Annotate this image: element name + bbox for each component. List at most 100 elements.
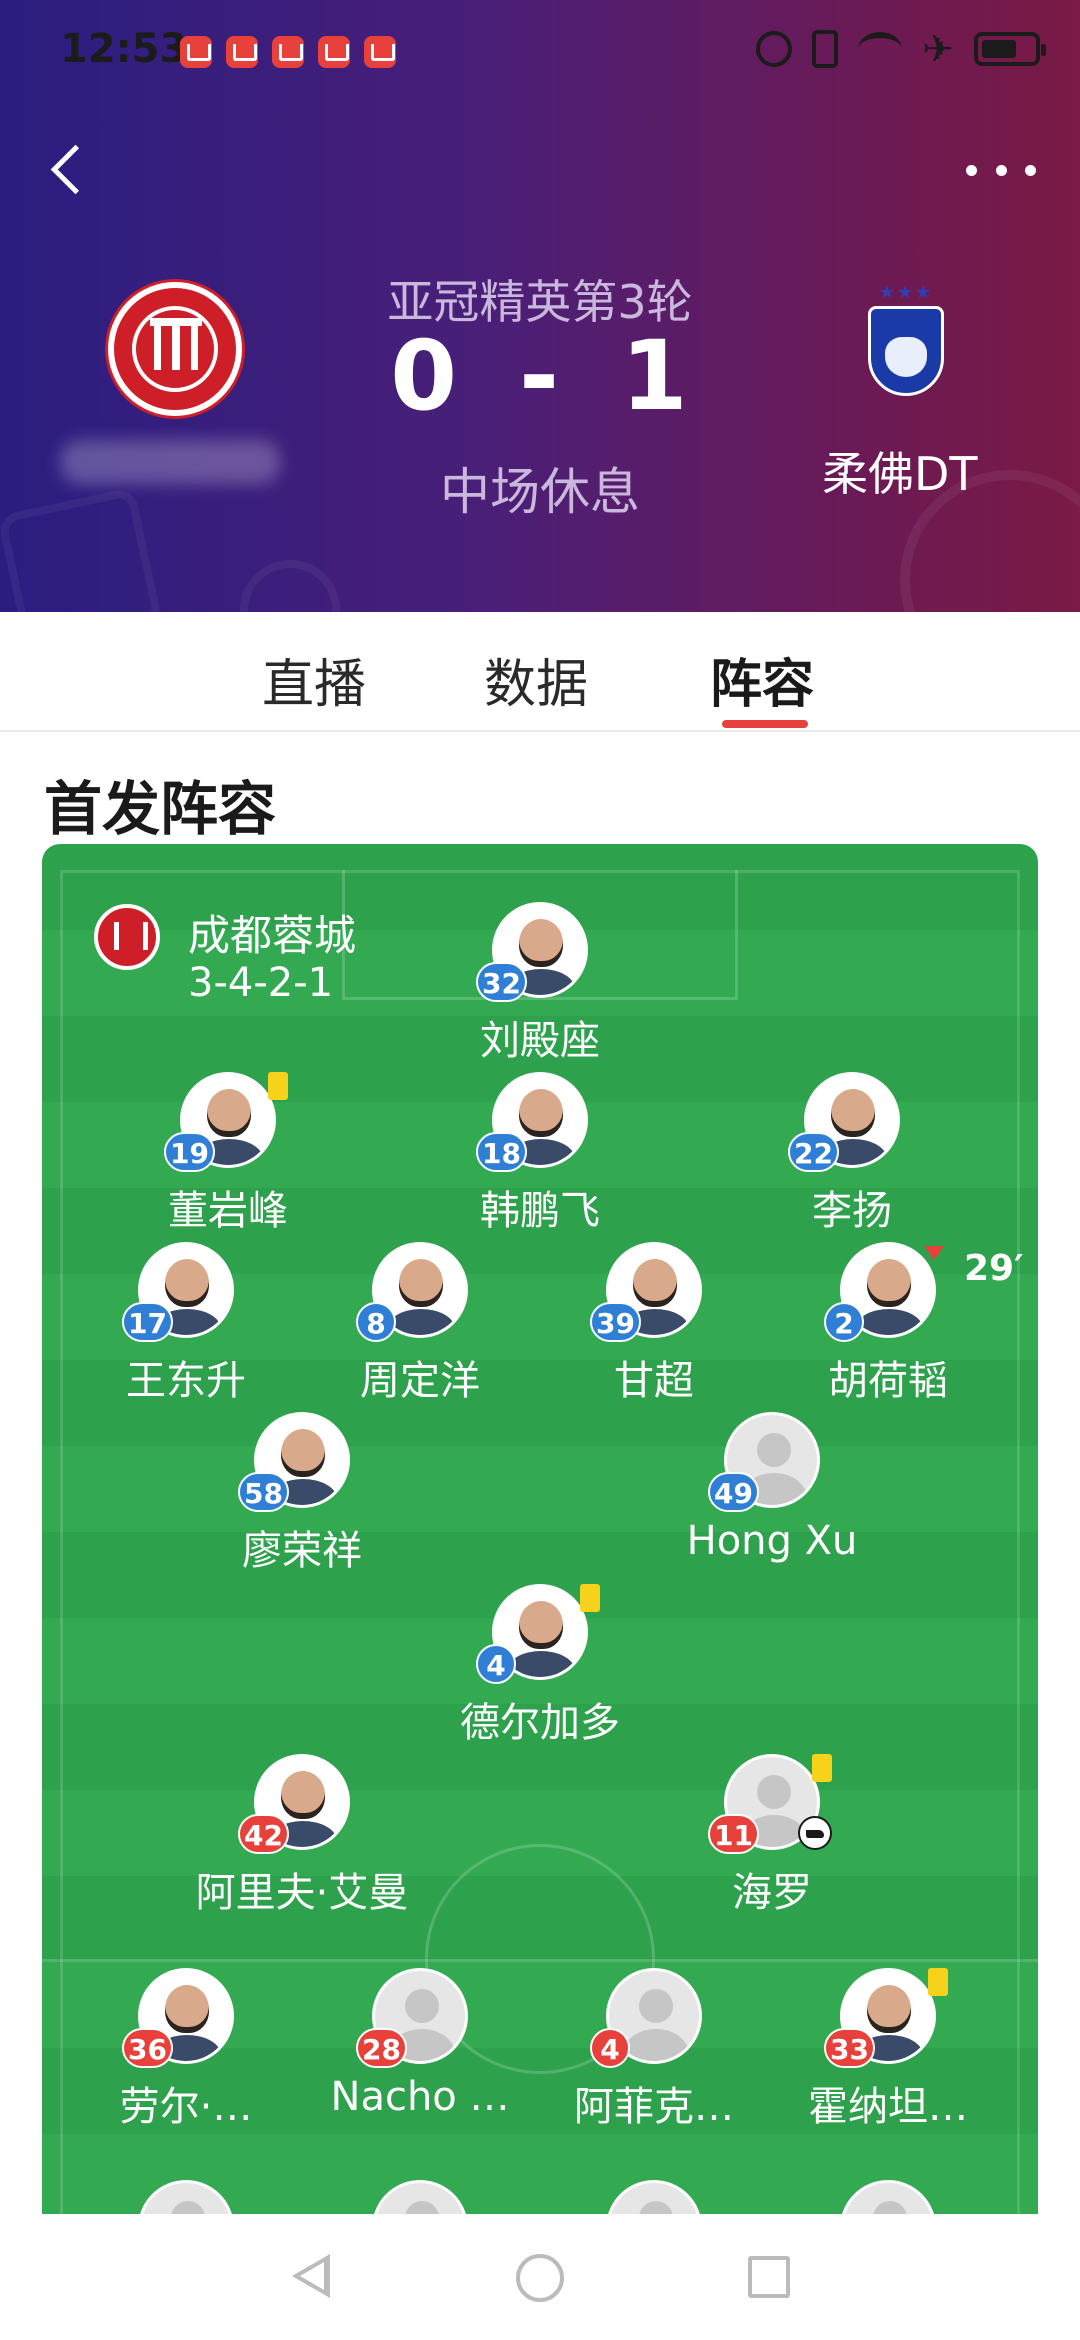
player-name: 海罗 <box>732 1870 812 1916</box>
player-number: 19 <box>164 1132 215 1172</box>
notification-book-icon <box>364 36 396 68</box>
player-number: 18 <box>476 1132 527 1172</box>
notification-book-icon <box>318 36 350 68</box>
tab-stats[interactable]: 数据 <box>484 642 588 717</box>
player-card[interactable]: 11 海罗 <box>662 1754 882 1924</box>
player-name: 胡荷韬 <box>828 1358 948 1404</box>
notification-huawei-icon <box>272 36 304 68</box>
player-name: 霍纳坦… <box>808 2084 968 2130</box>
nav-recents-icon[interactable] <box>748 2256 790 2298</box>
player-card[interactable]: 39 甘超 <box>544 1242 764 1412</box>
player-card[interactable]: 32 刘殿座 <box>430 902 650 1072</box>
player-card[interactable]: 22 李扬 <box>742 1072 962 1242</box>
player-card[interactable]: 33 霍纳坦… <box>778 1968 998 2138</box>
player-number: 42 <box>238 1814 289 1854</box>
player-name: 阿菲克… <box>574 2084 734 2130</box>
player-card-partial[interactable] <box>310 2180 530 2214</box>
substitution-time: 29′ <box>964 1248 1024 1289</box>
player-card[interactable]: 18 韩鹏飞 <box>430 1072 650 1242</box>
notification-book-icon <box>180 36 212 68</box>
nav-back-icon[interactable] <box>292 2254 332 2298</box>
player-name: 廖荣祥 <box>242 1528 362 1574</box>
player-card-partial[interactable] <box>76 2180 296 2214</box>
player-card[interactable]: 29′ 2 胡荷韬 <box>778 1242 1024 1412</box>
player-name: 劳尔·… <box>119 2084 253 2130</box>
away-team-logo[interactable]: ★★★ <box>862 282 950 412</box>
away-team-name[interactable]: 柔佛DT <box>822 438 978 504</box>
notification-book-icon <box>226 36 258 68</box>
battery-icon <box>974 32 1046 66</box>
wifi-icon <box>858 32 903 66</box>
player-name: 阿里夫·艾曼 <box>195 1870 409 1916</box>
yellow-card-icon <box>268 1072 288 1100</box>
vibrate-icon <box>812 30 839 68</box>
player-card[interactable]: 28 Nacho … <box>310 1968 530 2138</box>
more-options-button[interactable] <box>966 150 1036 190</box>
lineup-pitch: 成都蓉城 3-4-2-1 32 刘殿座 19 董岩峰 18 韩鹏飞 22 李扬 … <box>42 844 1038 2214</box>
score-separator: - <box>519 320 561 432</box>
status-bar: 12:53 ✈ <box>0 0 1080 100</box>
player-number: 11 <box>708 1814 759 1854</box>
section-title: 首发阵容 <box>44 775 277 843</box>
player-avatar-placeholder <box>840 2180 936 2214</box>
player-number: 22 <box>788 1132 839 1172</box>
player-card[interactable]: 4 阿菲克… <box>544 1968 764 2138</box>
alarm-icon <box>756 31 793 67</box>
yellow-card-icon <box>812 1754 832 1782</box>
player-card[interactable]: 8 周定洋 <box>310 1242 530 1412</box>
player-number: 28 <box>356 2028 407 2068</box>
player-card[interactable]: 42 阿里夫·艾曼 <box>192 1754 412 1924</box>
player-number: 4 <box>476 1644 516 1684</box>
player-name: 董岩峰 <box>168 1188 288 1234</box>
yellow-card-icon <box>580 1584 600 1612</box>
yellow-card-icon <box>928 1968 948 1996</box>
back-button[interactable] <box>40 140 100 200</box>
player-number: 39 <box>590 1302 641 1342</box>
match-header: 12:53 ✈ 亚冠精英第3轮 0-1 中场休息 ★★★ 柔佛DT <box>0 0 1080 612</box>
player-name: 德尔加多 <box>460 1700 620 1746</box>
player-card[interactable]: 17 王东升 <box>76 1242 296 1412</box>
player-number: 32 <box>476 962 527 1002</box>
airplane-icon: ✈ <box>922 27 954 71</box>
player-name: 周定洋 <box>360 1358 480 1404</box>
status-time: 12:53 <box>60 26 188 72</box>
player-card[interactable]: 4 德尔加多 <box>430 1584 650 1754</box>
player-name: 甘超 <box>614 1358 694 1404</box>
player-name: 王东升 <box>126 1358 246 1404</box>
player-avatar-placeholder <box>138 2180 234 2214</box>
substitution-out-icon <box>924 1246 944 1260</box>
away-score: 1 <box>620 320 690 432</box>
system-navigation-bar <box>0 2214 1080 2340</box>
player-number: 58 <box>238 1472 289 1512</box>
player-name: 刘殿座 <box>480 1018 600 1064</box>
player-card[interactable]: 19 董岩峰 <box>118 1072 338 1242</box>
nav-home-icon[interactable] <box>516 2254 564 2302</box>
player-card-partial[interactable] <box>778 2180 998 2214</box>
home-team-badge <box>94 904 160 970</box>
player-number: 2 <box>824 1302 864 1342</box>
player-avatar-placeholder <box>606 2180 702 2214</box>
active-tab-indicator <box>722 720 808 728</box>
player-name: Nacho … <box>330 2074 510 2120</box>
goal-boot-icon <box>798 1816 832 1850</box>
player-card[interactable]: 36 劳尔·… <box>76 1968 296 2138</box>
player-name: 韩鹏飞 <box>480 1188 600 1234</box>
home-score: 0 <box>390 320 460 432</box>
player-name: 李扬 <box>812 1188 892 1234</box>
player-card[interactable]: 58 廖荣祥 <box>192 1412 412 1582</box>
player-name: Hong Xu <box>686 1518 858 1564</box>
lineup-formation: 3-4-2-1 <box>188 960 334 1006</box>
player-card[interactable]: 49 Hong Xu <box>662 1412 882 1582</box>
player-number: 33 <box>824 2028 875 2068</box>
player-card-partial[interactable] <box>544 2180 764 2214</box>
player-number: 8 <box>356 1302 396 1342</box>
lineup-team-name: 成都蓉城 <box>188 911 357 960</box>
player-number: 36 <box>122 2028 173 2068</box>
tab-live[interactable]: 直播 <box>262 642 366 717</box>
tab-lineup[interactable]: 阵容 <box>710 642 814 717</box>
player-number: 17 <box>122 1302 173 1342</box>
tab-bar: 直播 数据 阵容 <box>0 612 1080 732</box>
player-number: 4 <box>590 2028 630 2068</box>
player-number: 49 <box>708 1472 759 1512</box>
player-avatar-placeholder <box>372 2180 468 2214</box>
